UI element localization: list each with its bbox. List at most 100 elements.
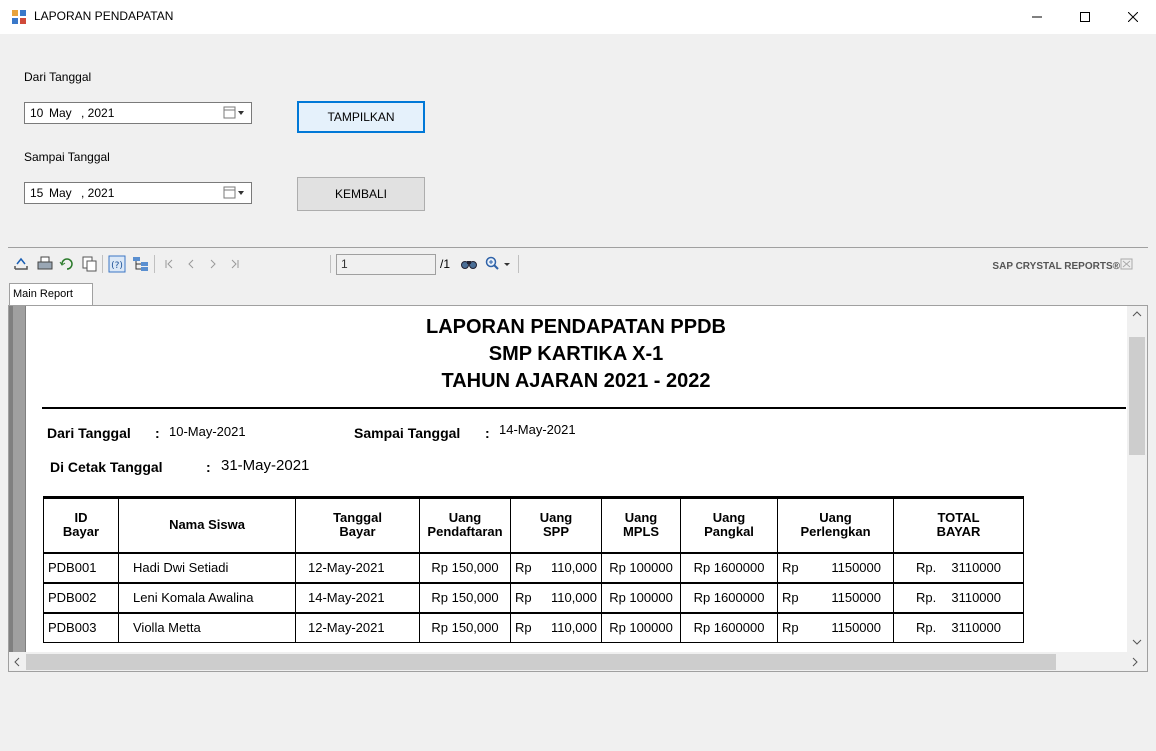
report-title-3: TAHUN AJARAN 2021 - 2022: [441, 370, 711, 392]
help-icon[interactable]: (?): [108, 255, 126, 273]
horizontal-scrollbar[interactable]: [9, 652, 1147, 671]
cell-nama: Leni Komala Awalina: [118, 581, 296, 613]
tampilkan-button[interactable]: TAMPILKAN: [297, 101, 425, 133]
cell-pendaftaran: Rp 150,000: [419, 581, 511, 613]
cell-mpls: Rp 100000: [601, 551, 681, 583]
header-nama-siswa: Nama Siswa: [118, 496, 296, 554]
viewer-toolbar: (?) /1: [8, 251, 1148, 279]
copy-icon[interactable]: [80, 255, 98, 273]
page-number-input[interactable]: 1: [336, 254, 436, 275]
last-page-icon[interactable]: [226, 255, 244, 273]
cell-tanggal: 14-May-2021: [295, 581, 420, 613]
close-viewer-icon[interactable]: [1120, 255, 1134, 273]
title-rule: [42, 407, 1126, 409]
cell-mpls: Rp 100000: [601, 581, 681, 613]
calendar-dropdown-icon[interactable]: [223, 106, 245, 120]
cetak-tanggal-value: 31-May-2021: [221, 457, 310, 474]
sampai-tanggal-picker[interactable]: 15 May , 2021: [24, 182, 252, 204]
kembali-button[interactable]: KEMBALI: [297, 177, 425, 211]
dari-tanggal-caption: Dari Tanggal: [47, 425, 131, 441]
scroll-up-icon[interactable]: [1132, 310, 1142, 318]
cell-total: Rp. 3110000: [893, 611, 1024, 643]
cell-id: PDB003: [43, 611, 119, 643]
find-icon[interactable]: [460, 255, 478, 273]
maximize-icon: [1080, 12, 1090, 22]
table-row: PDB001 Hadi Dwi Setiadi 12-May-2021 Rp 1…: [43, 551, 1024, 583]
colon: :: [206, 459, 211, 475]
cetak-tanggal-caption: Di Cetak Tanggal: [50, 459, 163, 475]
export-icon[interactable]: [12, 255, 30, 273]
cell-pendaftaran: Rp 150,000: [419, 611, 511, 643]
colon: :: [485, 425, 490, 441]
header-uang-spp: Uang SPP: [510, 496, 602, 554]
cell-pangkal: Rp 1600000: [680, 581, 778, 613]
cell-tanggal: 12-May-2021: [295, 551, 420, 583]
app-window: LAPORAN PENDAPATAN Dari Tanggal 10 May ,…: [0, 0, 1156, 751]
header-uang-perlengkan: Uang Perlengkan: [777, 496, 894, 554]
table-header-row: ID Bayar Nama Siswa Tanggal Bayar Uang Pend…: [43, 496, 1024, 554]
maximize-button[interactable]: [1062, 0, 1108, 34]
sampai-year: , 2021: [81, 186, 115, 200]
report-gutter: [9, 306, 26, 652]
svg-text:(?): (?): [111, 261, 123, 271]
sap-brand: SAP CRYSTAL REPORTS®: [992, 261, 1120, 272]
horizontal-scroll-thumb[interactable]: [26, 654, 1056, 670]
report-title-2: SMP KARTIKA X-1: [488, 343, 664, 365]
header-id-bayar: ID Bayar: [43, 496, 119, 554]
refresh-icon[interactable]: [58, 255, 76, 273]
cell-total: Rp. 3110000: [893, 551, 1024, 583]
sampai-month: May: [49, 186, 72, 200]
cell-id: PDB002: [43, 581, 119, 613]
dari-year: , 2021: [81, 106, 115, 120]
sampai-tanggal-caption: Sampai Tanggal: [354, 425, 461, 441]
cell-nama: Violla Metta: [118, 611, 296, 643]
pendapatan-table: ID Bayar Nama Siswa Tanggal Bayar Uang Pend…: [43, 496, 1024, 643]
cell-id: PDB001: [43, 551, 119, 583]
group-tree-icon[interactable]: [132, 255, 150, 273]
calendar-dropdown-icon[interactable]: [223, 186, 245, 200]
next-page-icon[interactable]: [204, 255, 222, 273]
cell-spp: Rp 110,000: [510, 581, 602, 613]
previous-page-icon[interactable]: [182, 255, 200, 273]
header-uang-mpls: Uang MPLS: [601, 496, 681, 554]
zoom-icon[interactable]: [484, 255, 502, 273]
dari-tanggal-value: 10-May-2021: [169, 424, 246, 439]
dari-tanggal-picker[interactable]: 10 May , 2021: [24, 102, 252, 124]
cell-pendaftaran: Rp 150,000: [419, 551, 511, 583]
header-tanggal-bayar: Tanggal Bayar: [295, 496, 420, 554]
header-total-bayar: TOTAL BAYAR: [893, 496, 1024, 554]
cell-perlengkan: Rp 1150000: [777, 581, 894, 613]
dari-day: 10: [30, 106, 44, 120]
scroll-left-icon[interactable]: [13, 657, 21, 667]
title-bar: LAPORAN PENDAPATAN: [0, 0, 1156, 34]
close-button[interactable]: [1110, 0, 1156, 34]
colon: :: [155, 425, 160, 441]
first-page-icon[interactable]: [160, 255, 178, 273]
cell-tanggal: 12-May-2021: [295, 611, 420, 643]
page-total: /1: [440, 257, 451, 271]
app-icon: [12, 10, 26, 24]
report-page: LAPORAN PENDAPATAN PPDB SMP KARTIKA X-1 …: [26, 306, 1126, 652]
cell-nama: Hadi Dwi Setiadi: [118, 551, 296, 583]
header-uang-pendaftaran: Uang Pendaftaran: [419, 496, 511, 554]
dari-month: May: [49, 106, 72, 120]
sampai-tanggal-label: Sampai Tanggal: [24, 150, 110, 164]
minimize-icon: [1032, 16, 1042, 18]
cell-spp: Rp 110,000: [510, 611, 602, 643]
table-row: PDB002 Leni Komala Awalina 14-May-2021 R…: [43, 581, 1024, 613]
cell-perlengkan: Rp 1150000: [777, 611, 894, 643]
dari-tanggal-label: Dari Tanggal: [24, 70, 92, 84]
cell-total: Rp. 3110000: [893, 581, 1024, 613]
close-icon: [1128, 12, 1138, 22]
viewer-divider: [8, 247, 1148, 248]
cell-pangkal: Rp 1600000: [680, 551, 778, 583]
vertical-scroll-thumb[interactable]: [1129, 337, 1145, 455]
cell-mpls: Rp 100000: [601, 611, 681, 643]
vertical-scrollbar[interactable]: [1127, 306, 1147, 652]
print-icon[interactable]: [36, 255, 54, 273]
scroll-down-icon[interactable]: [1132, 638, 1142, 646]
scroll-right-icon[interactable]: [1131, 657, 1139, 667]
zoom-dropdown-icon[interactable]: [502, 255, 512, 273]
minimize-button[interactable]: [1014, 0, 1060, 34]
tab-main-report[interactable]: Main Report: [9, 283, 93, 305]
